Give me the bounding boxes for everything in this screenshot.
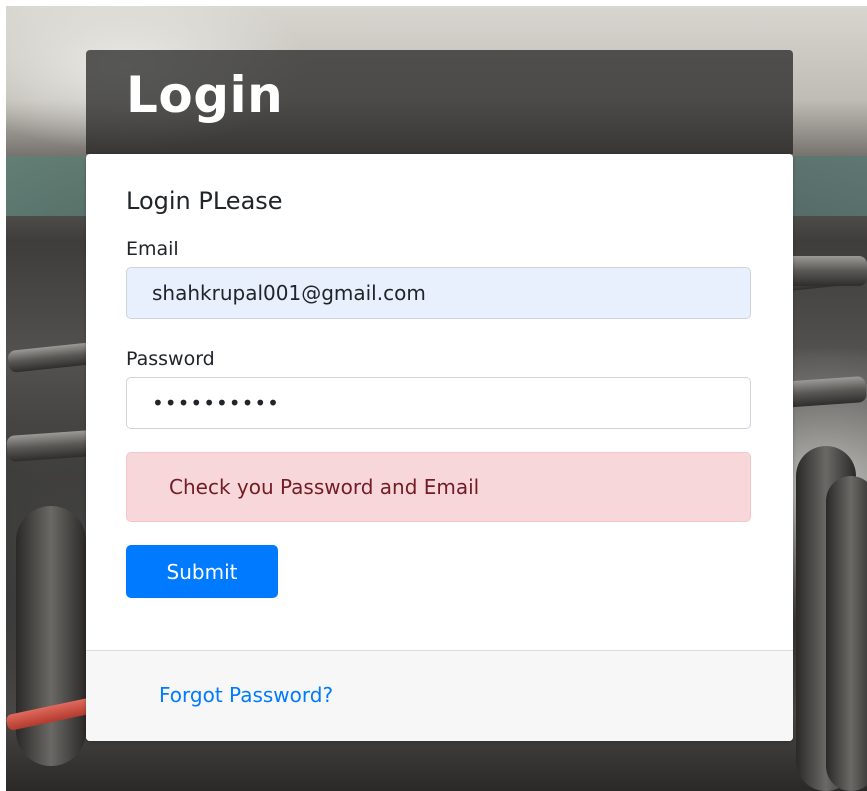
card-footer: Forgot Password? xyxy=(86,650,793,741)
forgot-password-link[interactable]: Forgot Password? xyxy=(159,683,333,707)
page-title: Login xyxy=(126,66,284,124)
error-alert: Check you Password and Email xyxy=(126,452,751,522)
login-heading: Login PLease xyxy=(126,187,283,215)
email-label: Email xyxy=(126,238,179,260)
login-card: Login PLease Email Password Check you Pa… xyxy=(86,154,793,741)
background-hose xyxy=(826,476,867,791)
email-field[interactable] xyxy=(126,267,751,319)
submit-button[interactable]: Submit xyxy=(126,545,278,598)
password-label: Password xyxy=(126,348,215,370)
password-field[interactable] xyxy=(126,377,751,429)
